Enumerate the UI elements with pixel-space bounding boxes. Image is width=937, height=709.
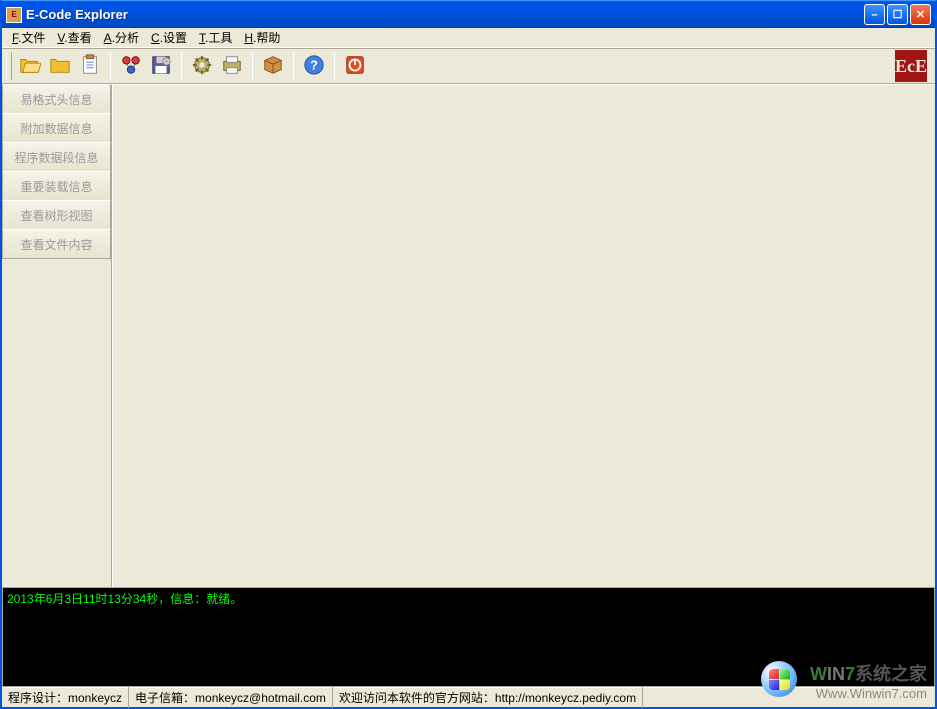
toolbar-sep <box>181 52 182 80</box>
menu-analyze[interactable]: A.分析 <box>98 27 145 48</box>
sidebar: 易格式头信息 附加数据信息 程序数据段信息 重要装载信息 查看树形视图 查看文件… <box>2 85 112 587</box>
settings-button[interactable] <box>188 52 216 80</box>
menu-config-label: 设置 <box>163 31 187 45</box>
disk-button[interactable] <box>147 52 175 80</box>
menu-view-label: 查看 <box>68 31 92 45</box>
window-controls: – ☐ ✕ <box>864 4 931 25</box>
toolbar-sep <box>293 52 294 80</box>
menu-help[interactable]: H.帮助 <box>238 27 286 48</box>
toolbar-sep <box>252 52 253 80</box>
statusbar: 程序设计：monkeycz 电子信箱：monkeycz@hotmail.com … <box>2 687 935 707</box>
menu-help-label: 帮助 <box>256 31 280 45</box>
clipboard-button[interactable] <box>76 52 104 80</box>
sidebar-item-extra-data[interactable]: 附加数据信息 <box>2 113 111 143</box>
sidebar-item-load-info[interactable]: 重要装载信息 <box>2 171 111 201</box>
compile-button[interactable] <box>117 52 145 80</box>
folder-icon <box>49 54 71 79</box>
close-button[interactable]: ✕ <box>910 4 931 25</box>
menu-file-label: 文件 <box>21 31 45 45</box>
compile-icon <box>120 54 142 79</box>
menu-tools-label: 工具 <box>208 31 232 45</box>
sidebar-item-program-data[interactable]: 程序数据段信息 <box>2 142 111 172</box>
sidebar-item-tree-view[interactable]: 查看树形视图 <box>2 200 111 230</box>
toolbar-sep <box>110 52 111 80</box>
status-email: 电子信箱：monkeycz@hotmail.com <box>129 687 333 708</box>
help-icon: ? <box>303 54 325 79</box>
print-button[interactable] <box>218 52 246 80</box>
maximize-button[interactable]: ☐ <box>887 4 908 25</box>
sidebar-item-file-content[interactable]: 查看文件内容 <box>2 229 111 259</box>
gear-icon <box>191 54 213 79</box>
open-folder-button[interactable] <box>46 52 74 80</box>
status-website: 欢迎访问本软件的官方网站：http://monkeycz.pediy.com <box>333 687 643 708</box>
app-icon: E <box>6 7 22 23</box>
toolbar-sep <box>334 52 335 80</box>
console-line: 2013年6月3日11时13分34秒，信息：就绪。 <box>7 590 930 607</box>
window-body: F.文件 V.查看 A.分析 C.设置 T.工具 H.帮助 <box>0 28 937 709</box>
svg-text:?: ? <box>310 57 318 72</box>
console[interactable]: 2013年6月3日11时13分34秒，信息：就绪。 <box>2 587 935 687</box>
sidebar-item-header-info[interactable]: 易格式头信息 <box>2 84 111 114</box>
box-button[interactable] <box>259 52 287 80</box>
titlebar: E E-Code Explorer – ☐ ✕ <box>0 0 937 28</box>
main-area: 易格式头信息 附加数据信息 程序数据段信息 重要装载信息 查看树形视图 查看文件… <box>2 84 935 587</box>
menu-analyze-label: 分析 <box>115 31 139 45</box>
help-button[interactable]: ? <box>300 52 328 80</box>
open-file-button[interactable] <box>16 52 44 80</box>
toolbar-grip <box>6 52 12 80</box>
disk-icon <box>150 54 172 79</box>
clipboard-icon <box>79 54 101 79</box>
print-icon <box>221 54 243 79</box>
menu-view[interactable]: V.查看 <box>51 27 97 48</box>
status-designer: 程序设计：monkeycz <box>2 687 129 708</box>
minimize-button[interactable]: – <box>864 4 885 25</box>
menubar: F.文件 V.查看 A.分析 C.设置 T.工具 H.帮助 <box>2 28 935 48</box>
power-button[interactable] <box>341 52 369 80</box>
window-title: E-Code Explorer <box>26 7 864 22</box>
menu-config[interactable]: C.设置 <box>145 27 193 48</box>
box-icon <box>262 54 284 79</box>
content-area <box>112 85 935 587</box>
menu-tools[interactable]: T.工具 <box>193 27 238 48</box>
app-logo: EcE <box>895 50 927 82</box>
power-icon <box>344 54 366 79</box>
open-folder-icon <box>19 54 41 79</box>
menu-file[interactable]: F.文件 <box>6 27 51 48</box>
toolbar: ? EcE <box>2 48 935 84</box>
